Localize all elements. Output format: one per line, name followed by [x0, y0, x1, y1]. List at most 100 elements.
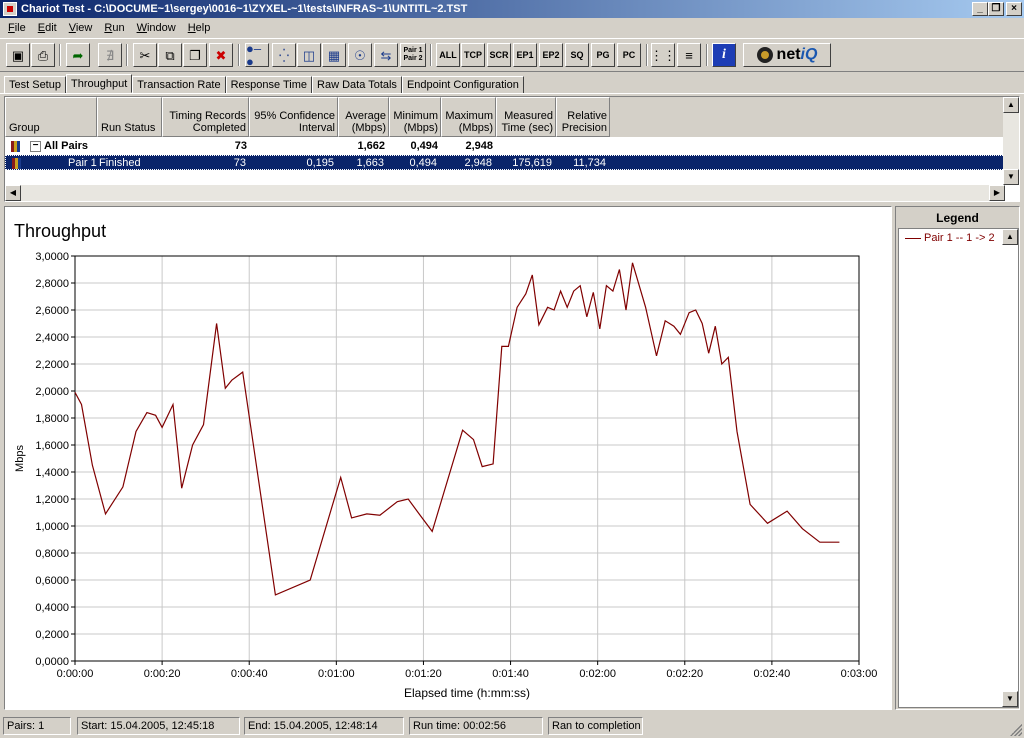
- title-bar: Chariot Test - C:\DOCUME~1\sergey\0016~1…: [0, 0, 1024, 18]
- collapse-toggle[interactable]: −: [30, 141, 41, 152]
- legend-scroll-up-button[interactable]: ▲: [1002, 229, 1018, 245]
- y-tick-label: 1,6000: [35, 440, 69, 452]
- tab-test-setup[interactable]: Test Setup: [4, 76, 66, 94]
- swap-button[interactable]: ⇆: [374, 43, 398, 67]
- col-header-confidence-label: 95% Confidence Interval: [254, 110, 335, 134]
- filter-ep1-button[interactable]: EP1: [513, 43, 537, 67]
- netiq-logo-button[interactable]: net iQ: [743, 43, 831, 67]
- table-row-pair-1[interactable]: Pair 1 Finished 73 0,195 1,663 0,494 2,9…: [5, 155, 1005, 170]
- col-header-maximum[interactable]: Maximum (Mbps): [441, 97, 496, 137]
- y-tick-label: 0,0000: [35, 656, 69, 668]
- pair-icon: ●–●: [246, 41, 262, 69]
- filter-pg-button[interactable]: PG: [591, 43, 615, 67]
- tab-throughput[interactable]: Throughput: [65, 74, 133, 93]
- restore-button[interactable]: ❐: [988, 2, 1004, 16]
- paste-button[interactable]: ❐: [183, 43, 207, 67]
- app-icon[interactable]: [3, 2, 17, 16]
- filter-tcp-button[interactable]: TCP: [461, 43, 485, 67]
- network-button[interactable]: ☉: [348, 43, 372, 67]
- list-icon: ≡: [685, 47, 693, 63]
- menu-window[interactable]: Window: [131, 22, 182, 34]
- save-button[interactable]: ▣: [6, 43, 30, 67]
- pair-compare-bottom: Pair 2: [403, 55, 423, 62]
- cell-group: All Pairs: [44, 140, 89, 152]
- y-tick-label: 2,2000: [35, 359, 69, 371]
- col-header-average-label: Average (Mbps): [345, 110, 386, 134]
- menu-edit[interactable]: Edit: [32, 22, 63, 34]
- tab-endpoint-configuration[interactable]: Endpoint Configuration: [401, 76, 524, 94]
- col-header-timing-records[interactable]: Timing Records Completed: [162, 97, 249, 137]
- delete-button[interactable]: ✖: [209, 43, 233, 67]
- menu-view[interactable]: View: [63, 22, 99, 34]
- stop-button[interactable]: ∄: [98, 43, 122, 67]
- run-button[interactable]: ➦: [66, 43, 90, 67]
- edit-pair-button[interactable]: ◫: [297, 43, 321, 67]
- throughput-chart[interactable]: 0,0000 0,2000 0,4000 0,6000 0,8000 1,0000 1,20…: [5, 207, 891, 709]
- filter-pc-button[interactable]: PC: [617, 43, 641, 67]
- x-tick-label: 0:00:20: [144, 668, 181, 680]
- tab-transaction-rate[interactable]: Transaction Rate: [132, 76, 226, 94]
- print-button[interactable]: ⎙: [31, 43, 55, 67]
- col-header-group[interactable]: Group: [5, 97, 97, 137]
- minimize-button[interactable]: _: [972, 2, 988, 16]
- menu-help[interactable]: Help: [182, 22, 217, 34]
- menu-file[interactable]: File: [2, 22, 32, 34]
- col-header-timing-records-label: Timing Records Completed: [169, 110, 246, 134]
- cut-button[interactable]: ✂: [133, 43, 157, 67]
- grid-vertical-scrollbar[interactable]: ▲ ▼: [1003, 97, 1019, 185]
- save-icon: ▣: [11, 47, 25, 63]
- x-tick-label: 0:01:40: [492, 668, 529, 680]
- toolbar-separator: [238, 44, 240, 66]
- status-pairs: Pairs: 1: [3, 717, 71, 735]
- filter-all-button[interactable]: ALL: [436, 43, 460, 67]
- cell-maximum: 2,948: [465, 140, 493, 152]
- col-header-minimum[interactable]: Minimum (Mbps): [389, 97, 441, 137]
- y-tick-label: 3,0000: [35, 251, 69, 263]
- add-multicast-button[interactable]: ⁛: [272, 43, 296, 67]
- tab-raw-data-totals[interactable]: Raw Data Totals: [312, 76, 402, 94]
- legend-item-pair-1[interactable]: Pair 1 -- 1 -> 2: [905, 232, 995, 244]
- col-header-minimum-label: Minimum (Mbps): [393, 110, 438, 134]
- grid-view-button[interactable]: ⋮⋮: [650, 43, 676, 67]
- scroll-right-button[interactable]: ▶: [989, 185, 1005, 201]
- cell-maximum: 2,948: [464, 157, 492, 169]
- col-header-confidence[interactable]: 95% Confidence Interval: [249, 97, 338, 137]
- network-icon: ☉: [354, 47, 366, 63]
- script-button[interactable]: ▦: [322, 43, 346, 67]
- legend-scroll-down-button[interactable]: ▼: [1002, 691, 1018, 707]
- toolbar-separator: [706, 44, 708, 66]
- close-button[interactable]: ×: [1006, 2, 1022, 16]
- y-tick-label: 2,6000: [35, 305, 69, 317]
- run-icon: ➦: [72, 47, 84, 63]
- x-tick-label: 0:02:20: [666, 668, 703, 680]
- col-header-run-status[interactable]: Run Status: [97, 97, 162, 137]
- copy-button[interactable]: ⧉: [158, 43, 182, 67]
- scroll-left-button[interactable]: ◀: [5, 185, 21, 201]
- table-row-all-pairs[interactable]: − All Pairs 73 1,662 0,494 2,948: [5, 139, 1005, 154]
- resize-grip-icon[interactable]: [1010, 724, 1022, 736]
- tab-response-time[interactable]: Response Time: [225, 76, 313, 94]
- throughput-chart-panel: Throughput 0,0000 0,2000 0,4000 0,6000 0,800…: [4, 206, 892, 710]
- toolbar-separator: [646, 44, 648, 66]
- y-tick-label: 2,8000: [35, 278, 69, 290]
- pair-compare-button[interactable]: Pair 1 Pair 2: [400, 43, 426, 67]
- grid-horizontal-scrollbar[interactable]: ◀ ▶: [5, 185, 1005, 201]
- info-button[interactable]: i: [712, 43, 736, 67]
- scroll-down-button[interactable]: ▼: [1003, 169, 1019, 185]
- info-icon: i: [722, 47, 726, 62]
- add-pair-button[interactable]: ●–●: [245, 41, 269, 69]
- y-tick-label: 2,0000: [35, 386, 69, 398]
- scroll-up-button[interactable]: ▲: [1003, 97, 1019, 113]
- filter-sq-button[interactable]: SQ: [565, 43, 589, 67]
- col-header-measured-time[interactable]: Measured Time (sec): [496, 97, 556, 137]
- filter-scr-button[interactable]: SCR: [487, 43, 511, 67]
- y-tick-label: 0,8000: [35, 548, 69, 560]
- col-header-group-label: Group: [9, 122, 40, 134]
- filter-ep2-button[interactable]: EP2: [539, 43, 563, 67]
- menu-run[interactable]: Run: [98, 22, 130, 34]
- y-axis-label: Mbps: [14, 445, 26, 472]
- y-tick-label: 2,4000: [35, 332, 69, 344]
- col-header-average[interactable]: Average (Mbps): [338, 97, 389, 137]
- list-view-button[interactable]: ≡: [677, 43, 701, 67]
- col-header-relative-precision[interactable]: Relative Precision: [556, 97, 610, 137]
